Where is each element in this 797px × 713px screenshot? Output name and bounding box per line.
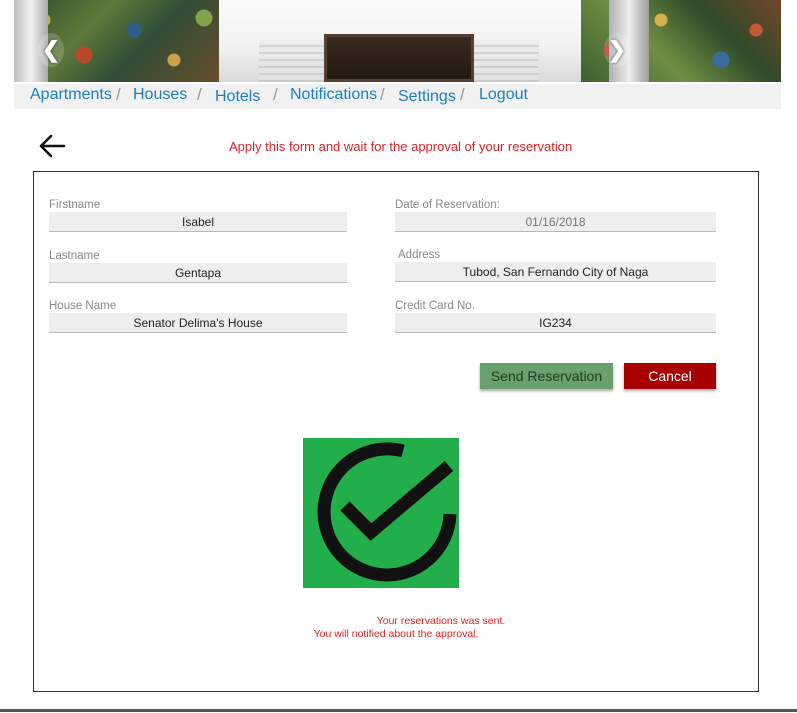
firstname-input[interactable]: Isabel: [49, 212, 347, 232]
building-entrance: [324, 34, 474, 82]
nav-link-hotels[interactable]: Hotels: [215, 88, 260, 106]
nav-separator: /: [380, 85, 385, 104]
nav-separator: /: [197, 85, 202, 104]
nav-separator: /: [460, 85, 465, 104]
lastname-label: Lastname: [49, 250, 100, 262]
nav-link-apartments[interactable]: Apartments: [30, 86, 112, 104]
hero-carousel: ❮ ❯: [14, 0, 781, 82]
nav-link-settings[interactable]: Settings: [398, 88, 456, 106]
carousel-prev-button[interactable]: ❮: [38, 33, 64, 67]
credit-card-label: Credit Card No.: [395, 300, 475, 312]
send-reservation-button[interactable]: Send Reservation: [480, 363, 613, 389]
credit-card-input[interactable]: IG234: [395, 313, 716, 333]
nav-separator: /: [116, 85, 121, 104]
page-bottom-border: [0, 709, 797, 712]
house-name-input[interactable]: Senator Delima's House: [49, 313, 347, 333]
address-label: Address: [398, 249, 441, 261]
cancel-button[interactable]: Cancel: [624, 363, 716, 389]
nav-link-houses[interactable]: Houses: [133, 86, 187, 104]
date-label: Date of Reservation:: [395, 199, 500, 211]
carousel-image-mural-right: [571, 0, 781, 82]
nav-link-notifications[interactable]: Notifications: [290, 86, 377, 104]
firstname-label: Firstname: [49, 199, 101, 211]
lastname-input[interactable]: Gentapa: [49, 263, 347, 283]
form-instruction-text: Apply this form and wait for the approva…: [229, 139, 573, 154]
confirmation-message-line1: Your reservations was sent.: [376, 615, 506, 627]
house-name-label: House Name: [49, 300, 117, 312]
address-input[interactable]: Tubod, San Fernando City of Naga: [395, 262, 716, 282]
arrow-left-icon[interactable]: [37, 131, 67, 161]
check-circle-icon: [303, 438, 459, 588]
nav-separator: /: [273, 85, 278, 104]
date-input[interactable]: 01/16/2018: [395, 212, 716, 232]
reservation-form: Firstname Isabel Date of Reservation: 01…: [33, 171, 759, 692]
top-nav: Apartments / Houses / Hotels / Notificat…: [14, 84, 781, 109]
carousel-next-button[interactable]: ❯: [604, 33, 630, 67]
confirmation-message-line2: You will notified about the approval.: [313, 628, 479, 640]
carousel-image-building: [219, 0, 581, 82]
nav-link-logout[interactable]: Logout: [479, 86, 528, 104]
